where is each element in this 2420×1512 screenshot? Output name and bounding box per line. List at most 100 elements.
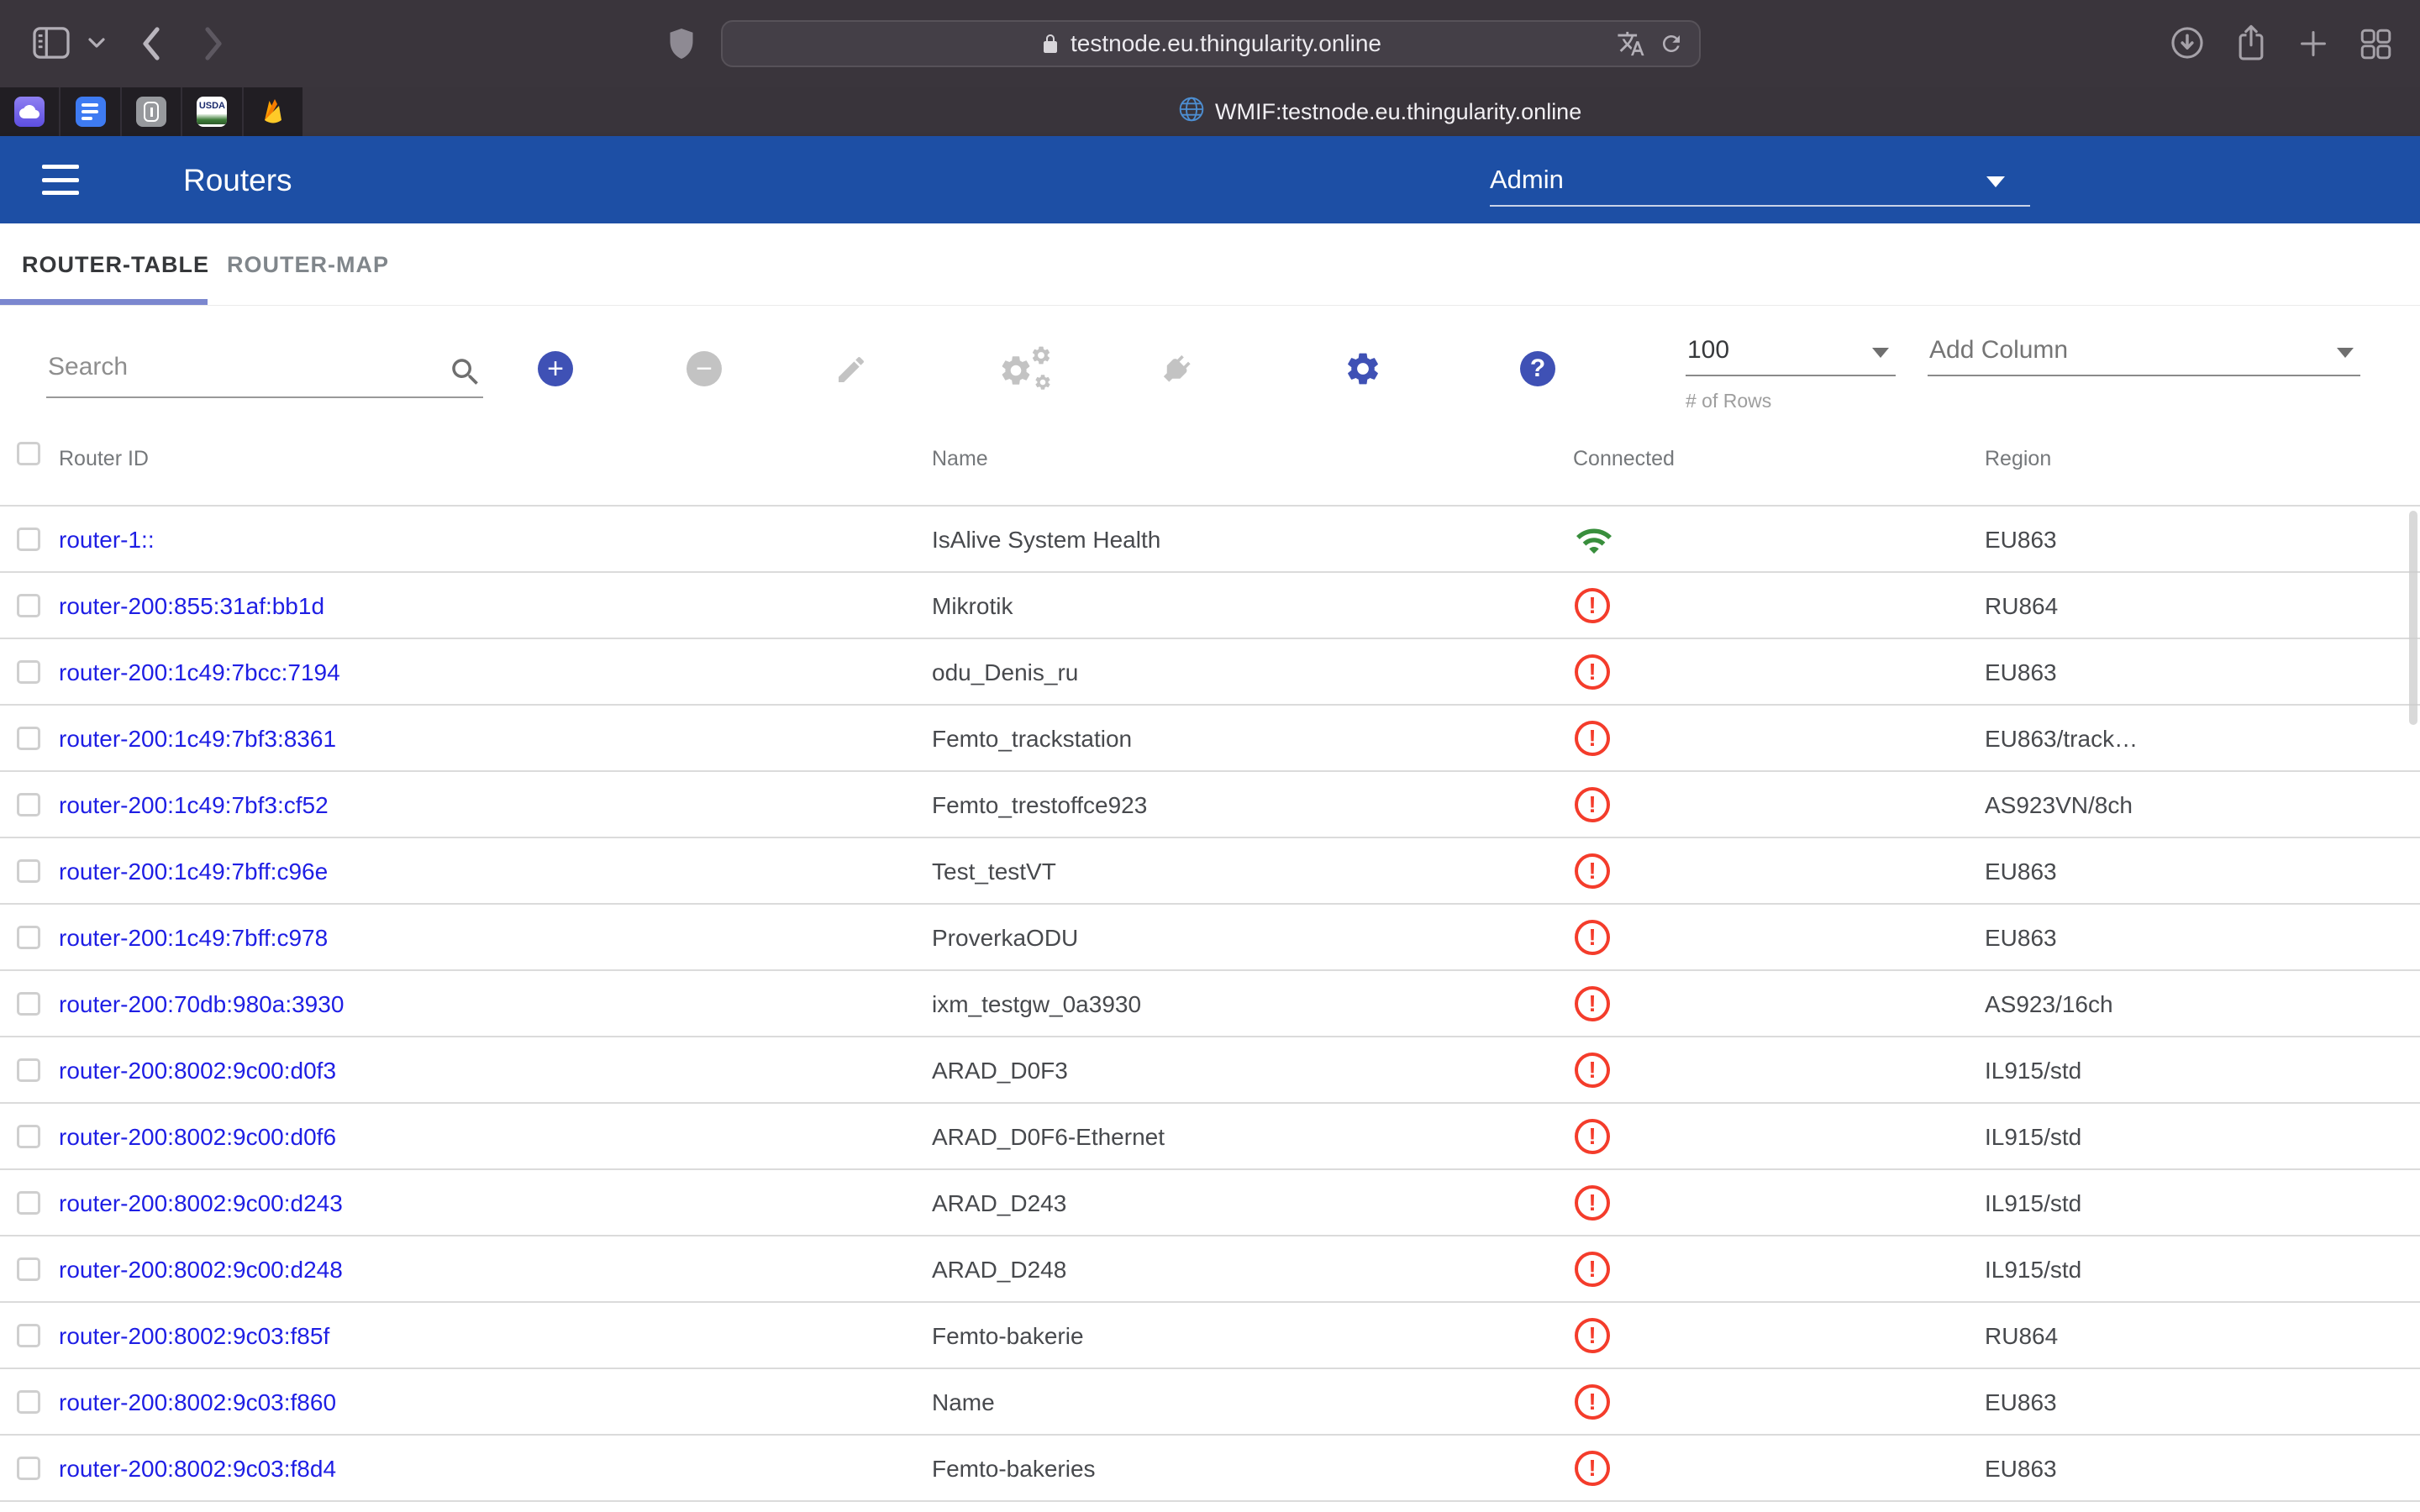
add-column-select[interactable]: Add Column	[1928, 329, 2360, 376]
tab-router-map[interactable]: ROUTER-MAP	[227, 252, 389, 278]
info-icon	[136, 97, 166, 127]
router-id-link[interactable]: router-200:8002:9c03:f8d4	[59, 1456, 336, 1483]
error-exclamation-icon: !	[1575, 1384, 1610, 1420]
table-help-button[interactable]: ?	[1520, 351, 1555, 386]
router-name: ixm_testgw_0a3930	[932, 991, 1141, 1018]
router-id-link[interactable]: router-200:1c49:7bcc:7194	[59, 659, 340, 686]
table-row: router-200:8002:9c00:d248 ARAD_D248 ! IL…	[0, 1236, 2420, 1303]
reload-icon[interactable]	[1659, 31, 1684, 56]
view-tab-bar: ROUTER-TABLE ROUTER-MAP	[0, 223, 2420, 306]
menu-hamburger-button[interactable]	[42, 165, 79, 195]
select-all-checkbox[interactable]	[17, 442, 40, 465]
table-row: router-200:8002:9c03:f85f Femto-bakerie …	[0, 1303, 2420, 1369]
account-select[interactable]: Admin	[1490, 156, 2030, 207]
table-row: router-200:8002:9c03:f8d4 Femto-bakeries…	[0, 1436, 2420, 1502]
sidebar-toggle-button[interactable]	[32, 26, 71, 60]
router-id-link[interactable]: router-1::	[59, 527, 155, 554]
router-id-link[interactable]: router-200:70db:980a:3930	[59, 991, 344, 1018]
router-id-link[interactable]: router-200:8002:9c00:d0f3	[59, 1058, 336, 1084]
edit-button[interactable]	[834, 353, 868, 391]
dropdown-arrow-icon	[1872, 348, 1889, 358]
tab-router-table[interactable]: ROUTER-TABLE	[22, 252, 209, 278]
settings-gear-button[interactable]	[1344, 349, 1382, 392]
row-checkbox[interactable]	[17, 1257, 40, 1281]
router-region: EU863	[1985, 659, 2057, 686]
error-exclamation-icon: !	[1575, 1252, 1610, 1287]
search-input[interactable]	[46, 341, 416, 381]
scrollbar-thumb[interactable]	[2409, 511, 2417, 725]
forward-button[interactable]	[200, 24, 227, 63]
router-id-link[interactable]: router-200:1c49:7bf3:cf52	[59, 792, 329, 819]
router-name: IsAlive System Health	[932, 527, 1160, 554]
router-region: EU863/track…	[1985, 726, 2138, 753]
pinned-tab-cloud[interactable]	[0, 87, 60, 136]
router-name: ARAD_D0F6-Ethernet	[932, 1124, 1165, 1151]
pinned-tab-info[interactable]	[122, 87, 182, 136]
router-id-link[interactable]: router-200:8002:9c00:d243	[59, 1190, 343, 1217]
col-name[interactable]: Name	[932, 447, 988, 471]
row-checkbox[interactable]	[17, 1125, 40, 1148]
router-id-link[interactable]: router-200:1c49:7bff:c978	[59, 925, 328, 952]
row-checkbox[interactable]	[17, 727, 40, 750]
router-id-link[interactable]: router-200:8002:9c00:d0f6	[59, 1124, 336, 1151]
active-tab[interactable]: WMIF:testnode.eu.thingularity.online	[1178, 87, 1581, 136]
pinned-tab-firebase[interactable]	[244, 87, 302, 136]
router-name: Femto_trackstation	[932, 726, 1132, 753]
pinned-tab-docs[interactable]	[60, 87, 121, 136]
router-id-link[interactable]: router-200:855:31af:bb1d	[59, 593, 324, 620]
router-id-link[interactable]: router-200:8002:9c03:f860	[59, 1389, 336, 1416]
dropdown-arrow-icon	[1986, 176, 2005, 187]
share-button[interactable]	[2233, 22, 2270, 64]
col-connected[interactable]: Connected	[1573, 447, 1675, 471]
router-id-link[interactable]: router-200:1c49:7bff:c96e	[59, 858, 328, 885]
row-checkbox[interactable]	[17, 992, 40, 1016]
router-region: EU863	[1985, 1456, 2057, 1483]
router-name: ARAD_D248	[932, 1257, 1066, 1284]
row-checkbox[interactable]	[17, 859, 40, 883]
router-id-link[interactable]: router-200:8002:9c00:d248	[59, 1257, 343, 1284]
back-button[interactable]	[138, 24, 165, 63]
downloads-button[interactable]	[2169, 24, 2206, 61]
router-id-link[interactable]: router-200:1c49:7bf3:8361	[59, 726, 336, 753]
row-checkbox[interactable]	[17, 594, 40, 617]
router-region: EU863	[1985, 925, 2057, 952]
rows-per-page-label: # of Rows	[1686, 390, 1771, 412]
row-checkbox[interactable]	[17, 793, 40, 816]
table-row: router-200:1c49:7bf3:cf52 Femto_trestoff…	[0, 772, 2420, 838]
router-region: RU864	[1985, 1323, 2058, 1350]
col-router-id[interactable]: Router ID	[59, 447, 149, 471]
document-icon	[76, 97, 106, 127]
row-checkbox[interactable]	[17, 1191, 40, 1215]
pinned-tab-usda[interactable]: USDA	[182, 87, 243, 136]
row-checkbox[interactable]	[17, 1390, 40, 1414]
new-tab-button[interactable]	[2297, 28, 2329, 60]
router-name: ARAD_D243	[932, 1190, 1066, 1217]
router-id-link[interactable]: router-200:8002:9c03:f85f	[59, 1323, 329, 1350]
row-checkbox[interactable]	[17, 1324, 40, 1347]
row-checkbox[interactable]	[17, 926, 40, 949]
col-region[interactable]: Region	[1985, 447, 2051, 471]
error-exclamation-icon: !	[1575, 920, 1610, 955]
address-bar[interactable]: testnode.eu.thingularity.online	[721, 20, 1701, 67]
row-checkbox[interactable]	[17, 660, 40, 684]
rows-per-page-select[interactable]: 100	[1686, 329, 1896, 376]
connected-status-icon: !	[1575, 1185, 1613, 1222]
connect-plug-button[interactable]	[1147, 344, 1202, 399]
row-checkbox[interactable]	[17, 1457, 40, 1480]
add-router-button[interactable]: +	[538, 351, 573, 386]
tab-overview-button[interactable]	[2358, 26, 2393, 61]
table-row: router-200:8002:9c00:d243 ARAD_D243 ! IL…	[0, 1170, 2420, 1236]
services-gears-button[interactable]	[998, 344, 1055, 395]
chevron-down-icon[interactable]	[87, 35, 107, 50]
remove-router-button[interactable]: −	[687, 351, 722, 386]
table-body: router-1:: IsAlive System Health ! EU863…	[0, 505, 2420, 1502]
table-row: router-200:8002:9c00:d0f6 ARAD_D0F6-Ethe…	[0, 1104, 2420, 1170]
globe-icon	[1178, 96, 1205, 129]
table-header: Router ID Name Connected Region	[0, 432, 2420, 505]
row-checkbox[interactable]	[17, 1058, 40, 1082]
connected-status-icon: !	[1575, 1053, 1613, 1089]
privacy-shield-icon[interactable]	[666, 26, 697, 61]
translate-icon[interactable]	[1615, 29, 1647, 58]
connected-status-icon: !	[1575, 1451, 1613, 1488]
row-checkbox[interactable]	[17, 528, 40, 551]
